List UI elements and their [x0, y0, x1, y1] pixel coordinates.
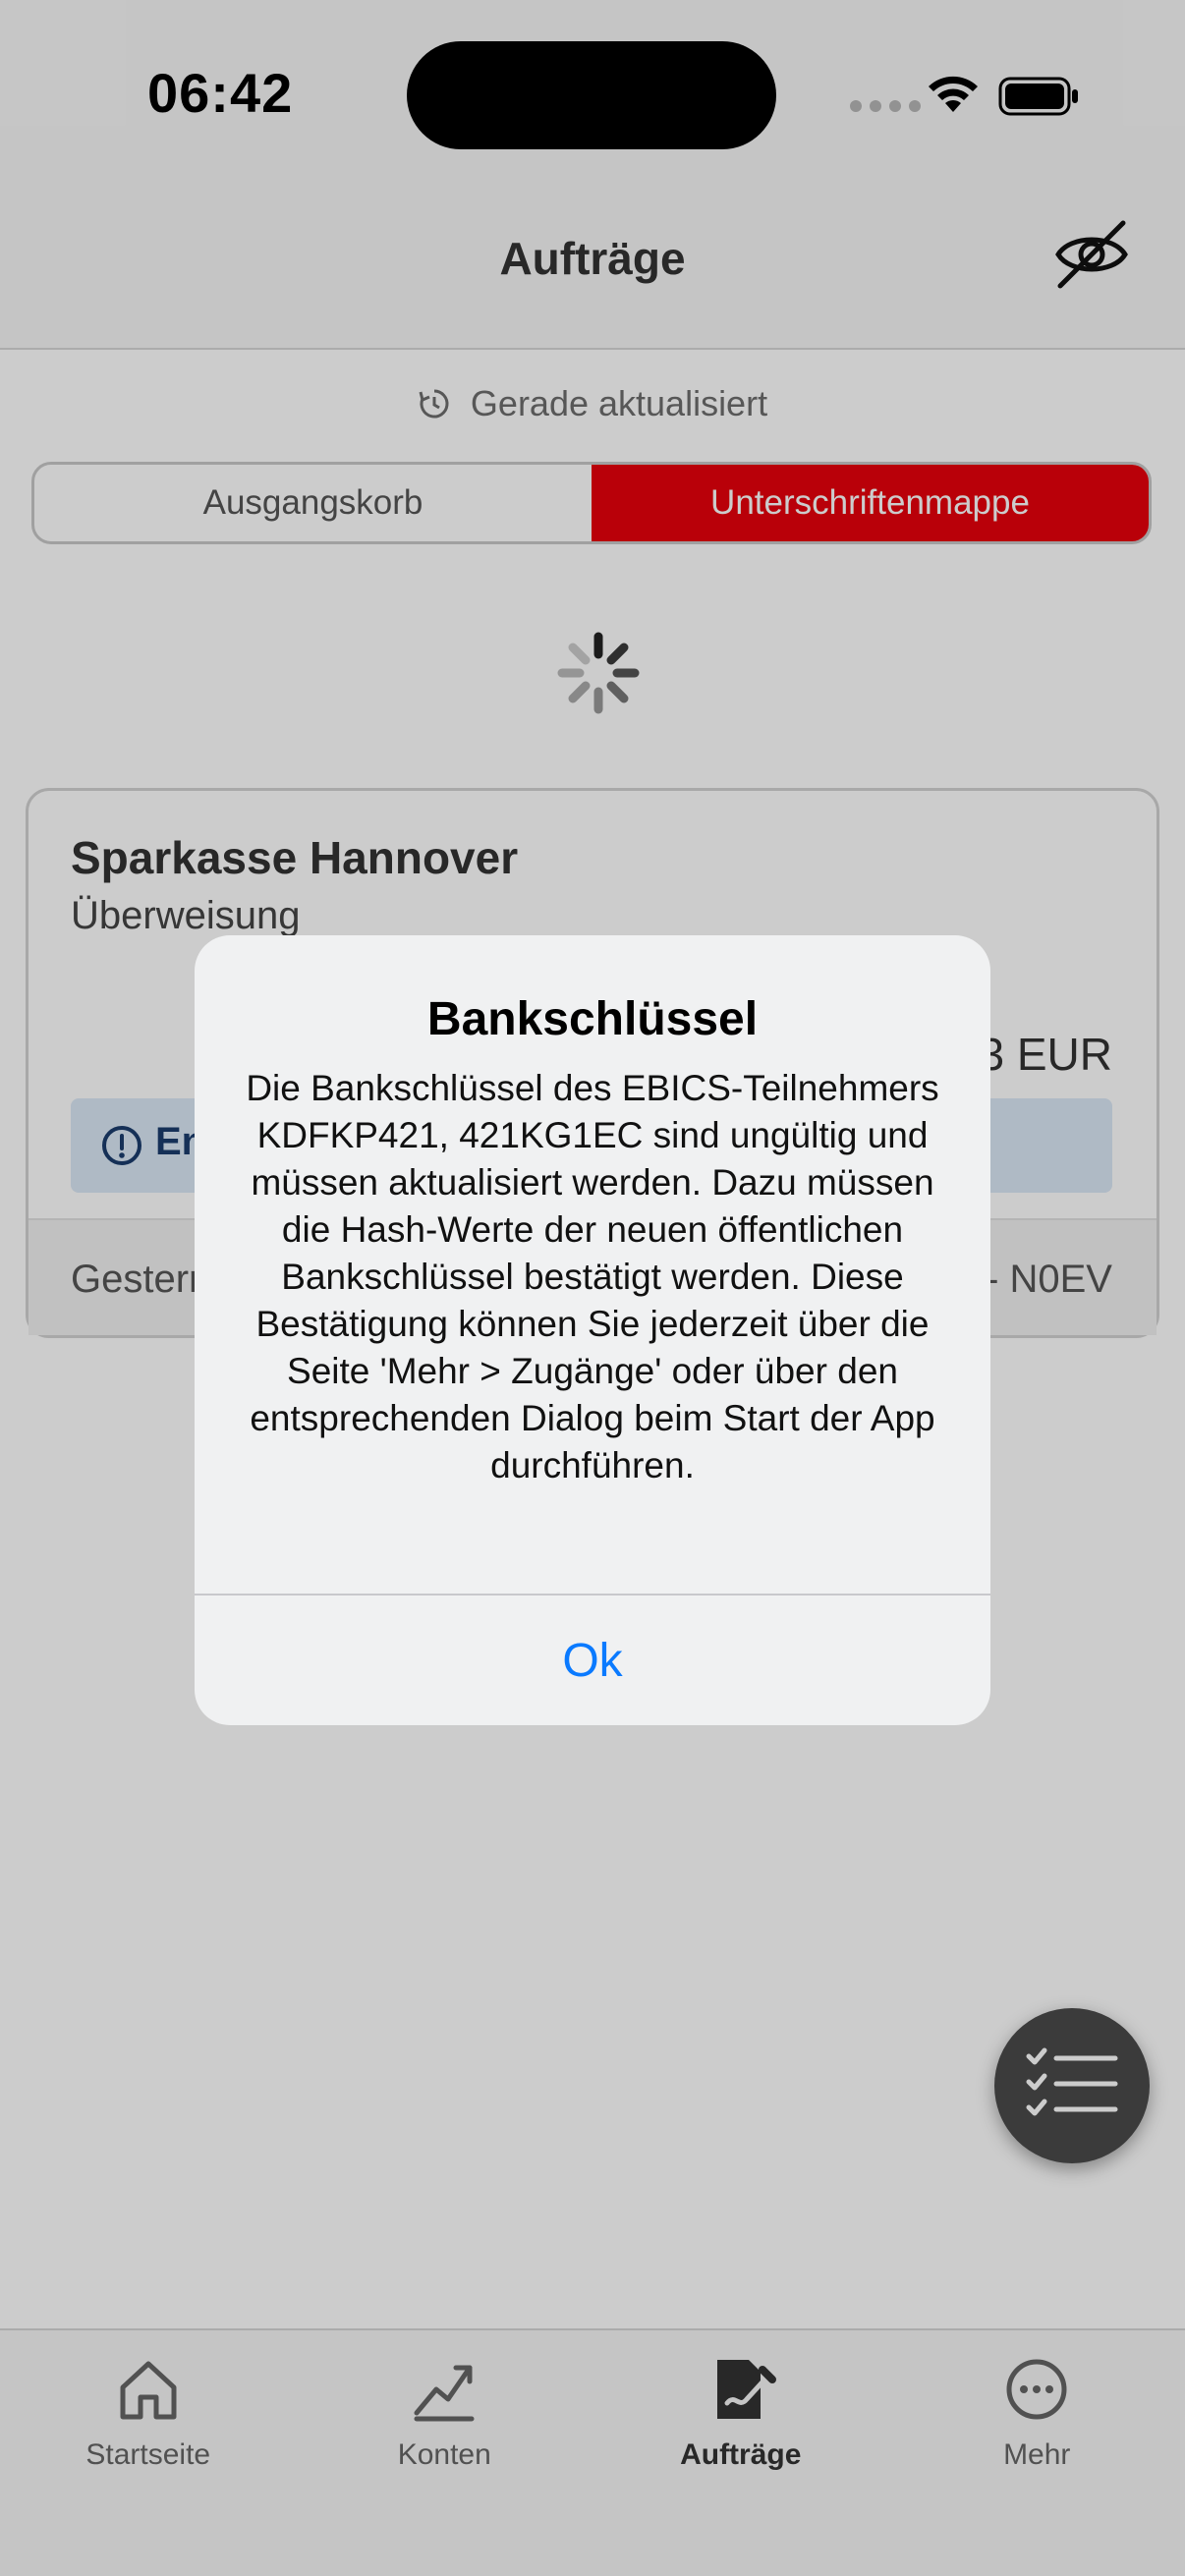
alert-message: Die Bankschlüssel des EBICS-Teilnehmers …	[246, 1068, 939, 1485]
alert-title: Bankschlüssel	[426, 993, 759, 1045]
bank-key-alert-dialog: Bankschlüssel Die Bankschlüssel des EBIC…	[195, 935, 990, 1725]
alert-ok-button[interactable]: Ok	[195, 1596, 990, 1725]
